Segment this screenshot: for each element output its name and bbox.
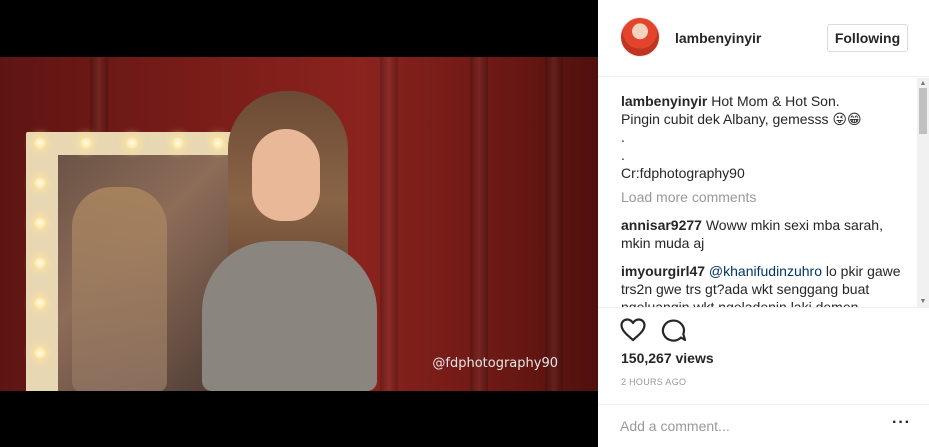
scroll-thumb[interactable] <box>919 88 927 134</box>
mirror-bulb <box>34 297 46 309</box>
mirror-bulb <box>34 347 46 359</box>
caption-text: Hot Mom & Hot Son. <box>711 93 840 109</box>
curtain-fold <box>545 57 563 391</box>
more-options-icon[interactable]: ··· <box>892 415 910 433</box>
video-player[interactable]: @fdphotography90 <box>0 57 598 391</box>
header-username[interactable]: lambenyinyir <box>675 30 761 46</box>
post-side-panel: lambenyinyir Following lambenyinyir Hot … <box>598 0 929 447</box>
caption-line: . <box>621 147 625 163</box>
shirt <box>202 241 377 391</box>
mirror-bulb <box>126 137 138 149</box>
mirror-reflection <box>72 187 167 391</box>
comments-list[interactable]: lambenyinyir Hot Mom & Hot Son. Pingin c… <box>598 78 929 308</box>
video-watermark: @fdphotography90 <box>432 356 558 371</box>
comment-username[interactable]: imyourgirl47 <box>621 263 705 279</box>
comment-item: imyourgirl47 @khanifudinzuhro lo pkir ga… <box>621 262 907 308</box>
mirror-bulb <box>34 217 46 229</box>
comment-username[interactable]: annisar9277 <box>621 217 702 233</box>
view-count[interactable]: 150,267 views <box>621 350 714 366</box>
face <box>252 129 320 221</box>
mirror-bulb <box>34 257 46 269</box>
post-header: lambenyinyir Following <box>598 0 929 77</box>
heart-icon[interactable] <box>620 318 646 342</box>
scroll-up-arrow-icon[interactable]: ▲ <box>919 80 927 88</box>
caption-line: Pingin cubit dek Albany, gemesss 😜😁 <box>621 111 862 127</box>
mirror-bulb <box>34 177 46 189</box>
caption-username[interactable]: lambenyinyir <box>621 93 707 109</box>
comment-icon[interactable] <box>661 318 687 342</box>
caption: lambenyinyir Hot Mom & Hot Son. Pingin c… <box>621 92 907 182</box>
post-actions: 150,267 views 2 HOURS AGO <box>598 307 929 417</box>
person <box>172 91 382 391</box>
following-button[interactable]: Following <box>827 24 908 52</box>
comment-input[interactable] <box>620 415 870 437</box>
post-media[interactable]: @fdphotography90 <box>0 0 598 447</box>
mirror-bulb <box>80 137 92 149</box>
comment-item: annisar9277 Woww mkin sexi mba sarah, mk… <box>621 216 907 252</box>
curtain-fold <box>380 57 398 391</box>
mirror-bulb <box>34 137 46 149</box>
caption-line: Cr:fdphotography90 <box>621 165 745 181</box>
curtain-fold <box>470 57 488 391</box>
load-more-comments-link[interactable]: Load more comments <box>621 188 907 206</box>
scroll-down-arrow-icon[interactable]: ▼ <box>919 298 927 306</box>
avatar[interactable] <box>620 17 660 57</box>
comment-mention-link[interactable]: @khanifudinzuhro <box>709 263 822 279</box>
comments-scrollbar[interactable]: ▲ ▼ <box>917 78 929 308</box>
caption-line: . <box>621 129 625 145</box>
post-timestamp[interactable]: 2 HOURS AGO <box>621 377 686 387</box>
add-comment-bar: ··· <box>598 404 929 447</box>
